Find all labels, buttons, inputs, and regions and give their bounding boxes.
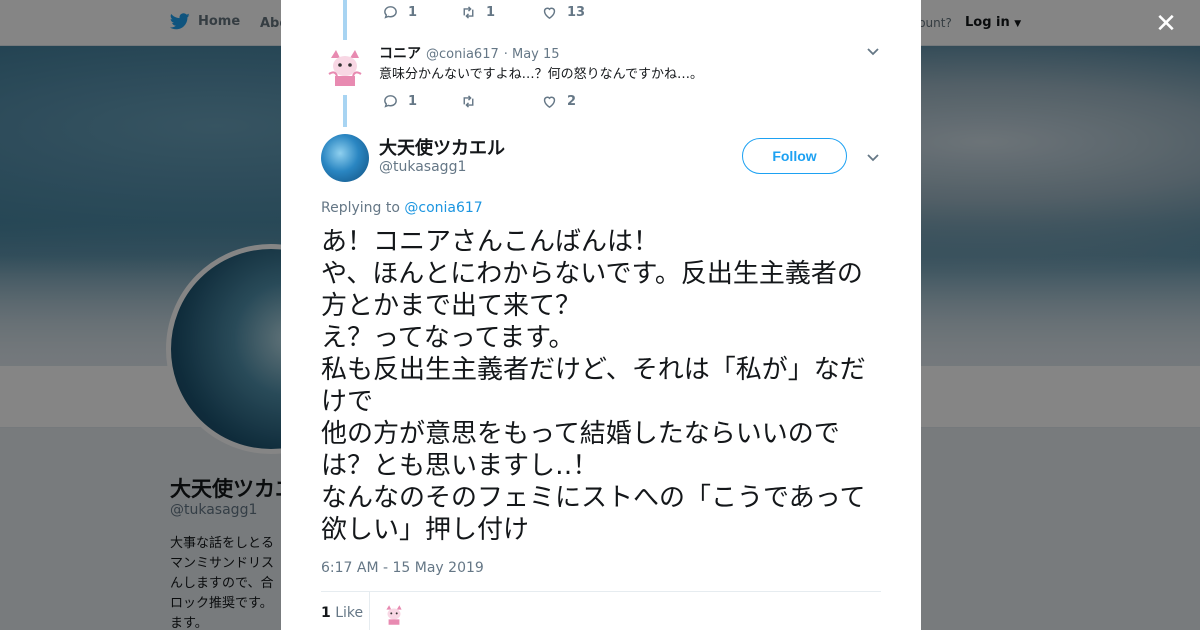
- divider: [369, 592, 370, 630]
- chevron-down-icon[interactable]: [866, 150, 880, 164]
- reply-icon: [384, 6, 397, 19]
- like-stat-count: 1: [321, 605, 331, 621]
- character-avatar-icon: [381, 602, 407, 628]
- reply-date[interactable]: · May 15: [504, 47, 560, 62]
- tweet-author-handle[interactable]: @tukasagg1: [379, 159, 466, 175]
- retweet-icon: [463, 6, 474, 19]
- retweet-action[interactable]: [460, 93, 541, 110]
- tweet-author-name[interactable]: 大天使ツカエル: [379, 134, 505, 160]
- like-action[interactable]: 13: [541, 4, 585, 21]
- like-count: 13: [567, 5, 586, 20]
- like-action[interactable]: 2: [541, 93, 576, 110]
- reply-author-name[interactable]: コニア: [379, 43, 421, 63]
- thread-line: [343, 0, 347, 40]
- retweet-icon: [463, 95, 474, 108]
- chevron-down-icon[interactable]: [866, 44, 880, 58]
- like-stats[interactable]: 1 Like: [321, 605, 363, 621]
- reply-text: 意味分かんないですよね…？何の怒りなんですかね…。: [379, 67, 703, 82]
- heart-icon: [543, 7, 556, 20]
- divider: [321, 591, 881, 592]
- reply-action[interactable]: 1: [382, 4, 460, 21]
- reply-avatar[interactable]: [321, 44, 369, 92]
- replying-prefix: Replying to: [321, 200, 405, 216]
- character-avatar-icon: [321, 44, 369, 92]
- replying-to: Replying to @conia617: [321, 200, 483, 216]
- reply-icon: [384, 95, 397, 108]
- tweet-modal: 1 1 13 コニア @conia617 · May 15 意味分かんないですよ…: [281, 0, 921, 630]
- like-count: 2: [567, 94, 577, 109]
- replying-to-link[interactable]: @conia617: [404, 200, 482, 216]
- retweet-action[interactable]: 1: [460, 4, 541, 21]
- reply-count: 1: [408, 94, 418, 109]
- prev-tweet-actions: 1 1 13: [382, 4, 585, 21]
- tweet-author-avatar[interactable]: [321, 134, 369, 182]
- liker-avatar[interactable]: [381, 602, 407, 628]
- reply-tweet-actions: 1 2: [382, 93, 576, 110]
- reply-author-handle[interactable]: @conia617: [426, 47, 499, 62]
- like-stat-label: Like: [335, 605, 364, 621]
- follow-button[interactable]: Follow: [742, 138, 847, 174]
- thread-line: [343, 95, 347, 127]
- tweet-timestamp[interactable]: 6:17 AM - 15 May 2019: [321, 560, 484, 576]
- close-icon[interactable]: ✕: [1152, 10, 1180, 38]
- reply-header: コニア @conia617 · May 15: [379, 43, 560, 63]
- retweet-count: 1: [486, 5, 496, 20]
- heart-icon: [543, 96, 556, 109]
- reply-count: 1: [408, 5, 418, 20]
- tweet-text: あ！コニアさんこんばんは！ や、ほんとにわからないです。反出生主義者の方とかまで…: [321, 227, 866, 545]
- reply-action[interactable]: 1: [382, 93, 460, 110]
